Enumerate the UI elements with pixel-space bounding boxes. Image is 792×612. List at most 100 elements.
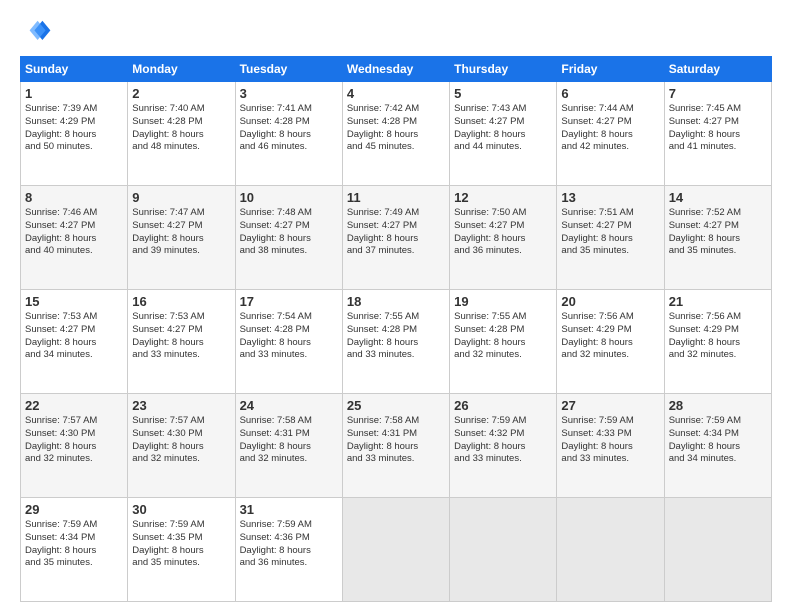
day-info: Sunrise: 7:54 AM [240, 311, 338, 324]
day-info: Sunset: 4:27 PM [454, 116, 552, 129]
calendar-cell [342, 498, 449, 602]
day-number: 10 [240, 190, 338, 205]
day-info: Daylight: 8 hours [561, 441, 659, 454]
calendar-cell [557, 498, 664, 602]
day-info: and 35 minutes. [561, 245, 659, 258]
day-info: and 39 minutes. [132, 245, 230, 258]
day-info: and 40 minutes. [25, 245, 123, 258]
week-row-2: 8Sunrise: 7:46 AMSunset: 4:27 PMDaylight… [21, 186, 772, 290]
day-info: and 41 minutes. [669, 141, 767, 154]
day-info: and 33 minutes. [132, 349, 230, 362]
page: SundayMondayTuesdayWednesdayThursdayFrid… [0, 0, 792, 612]
day-number: 22 [25, 398, 123, 413]
day-info: and 35 minutes. [669, 245, 767, 258]
day-info: and 33 minutes. [240, 349, 338, 362]
calendar-cell: 22Sunrise: 7:57 AMSunset: 4:30 PMDayligh… [21, 394, 128, 498]
day-number: 7 [669, 86, 767, 101]
day-info: Sunset: 4:30 PM [132, 428, 230, 441]
calendar-cell: 21Sunrise: 7:56 AMSunset: 4:29 PMDayligh… [664, 290, 771, 394]
day-info: and 33 minutes. [347, 349, 445, 362]
day-info: and 38 minutes. [240, 245, 338, 258]
calendar-cell: 20Sunrise: 7:56 AMSunset: 4:29 PMDayligh… [557, 290, 664, 394]
day-number: 12 [454, 190, 552, 205]
day-info: Sunset: 4:33 PM [561, 428, 659, 441]
day-info: Sunrise: 7:52 AM [669, 207, 767, 220]
calendar-cell: 11Sunrise: 7:49 AMSunset: 4:27 PMDayligh… [342, 186, 449, 290]
calendar-cell: 23Sunrise: 7:57 AMSunset: 4:30 PMDayligh… [128, 394, 235, 498]
calendar-cell: 7Sunrise: 7:45 AMSunset: 4:27 PMDaylight… [664, 82, 771, 186]
week-row-5: 29Sunrise: 7:59 AMSunset: 4:34 PMDayligh… [21, 498, 772, 602]
day-info: Sunrise: 7:56 AM [561, 311, 659, 324]
calendar-cell: 28Sunrise: 7:59 AMSunset: 4:34 PMDayligh… [664, 394, 771, 498]
day-info: Daylight: 8 hours [25, 545, 123, 558]
day-info: and 32 minutes. [669, 349, 767, 362]
day-info: Daylight: 8 hours [561, 337, 659, 350]
day-info: Daylight: 8 hours [240, 441, 338, 454]
day-info: Sunset: 4:28 PM [347, 324, 445, 337]
week-row-3: 15Sunrise: 7:53 AMSunset: 4:27 PMDayligh… [21, 290, 772, 394]
day-info: and 44 minutes. [454, 141, 552, 154]
day-info: Daylight: 8 hours [132, 129, 230, 142]
header [20, 16, 772, 48]
day-info: Sunrise: 7:44 AM [561, 103, 659, 116]
calendar-cell: 14Sunrise: 7:52 AMSunset: 4:27 PMDayligh… [664, 186, 771, 290]
calendar-cell: 9Sunrise: 7:47 AMSunset: 4:27 PMDaylight… [128, 186, 235, 290]
day-info: Sunset: 4:27 PM [132, 220, 230, 233]
day-info: and 33 minutes. [347, 453, 445, 466]
day-info: Sunset: 4:27 PM [561, 116, 659, 129]
day-number: 25 [347, 398, 445, 413]
day-info: Sunrise: 7:58 AM [240, 415, 338, 428]
day-info: Sunrise: 7:53 AM [25, 311, 123, 324]
header-day-friday: Friday [557, 57, 664, 82]
calendar-cell: 6Sunrise: 7:44 AMSunset: 4:27 PMDaylight… [557, 82, 664, 186]
day-info: Sunset: 4:28 PM [347, 116, 445, 129]
day-info: Sunrise: 7:49 AM [347, 207, 445, 220]
calendar-cell: 16Sunrise: 7:53 AMSunset: 4:27 PMDayligh… [128, 290, 235, 394]
header-row: SundayMondayTuesdayWednesdayThursdayFrid… [21, 57, 772, 82]
day-info: and 42 minutes. [561, 141, 659, 154]
day-info: Sunrise: 7:48 AM [240, 207, 338, 220]
day-info: Sunrise: 7:50 AM [454, 207, 552, 220]
day-info: Sunset: 4:34 PM [669, 428, 767, 441]
day-number: 9 [132, 190, 230, 205]
header-day-thursday: Thursday [450, 57, 557, 82]
day-info: Sunrise: 7:42 AM [347, 103, 445, 116]
header-day-wednesday: Wednesday [342, 57, 449, 82]
day-number: 6 [561, 86, 659, 101]
day-info: and 36 minutes. [240, 557, 338, 570]
day-info: Daylight: 8 hours [240, 233, 338, 246]
calendar-cell: 15Sunrise: 7:53 AMSunset: 4:27 PMDayligh… [21, 290, 128, 394]
day-info: Daylight: 8 hours [454, 441, 552, 454]
day-info: Sunset: 4:28 PM [132, 116, 230, 129]
day-info: Sunset: 4:35 PM [132, 532, 230, 545]
day-info: Sunset: 4:28 PM [454, 324, 552, 337]
calendar-cell: 10Sunrise: 7:48 AMSunset: 4:27 PMDayligh… [235, 186, 342, 290]
day-number: 19 [454, 294, 552, 309]
day-info: Daylight: 8 hours [347, 233, 445, 246]
calendar-cell: 13Sunrise: 7:51 AMSunset: 4:27 PMDayligh… [557, 186, 664, 290]
day-info: Sunrise: 7:59 AM [454, 415, 552, 428]
week-row-1: 1Sunrise: 7:39 AMSunset: 4:29 PMDaylight… [21, 82, 772, 186]
day-info: Sunset: 4:29 PM [25, 116, 123, 129]
day-info: Sunset: 4:30 PM [25, 428, 123, 441]
day-info: and 35 minutes. [132, 557, 230, 570]
day-number: 5 [454, 86, 552, 101]
day-info: Daylight: 8 hours [132, 233, 230, 246]
calendar-cell: 2Sunrise: 7:40 AMSunset: 4:28 PMDaylight… [128, 82, 235, 186]
day-number: 11 [347, 190, 445, 205]
calendar-cell [450, 498, 557, 602]
day-info: and 33 minutes. [561, 453, 659, 466]
day-info: Sunset: 4:28 PM [240, 324, 338, 337]
day-info: and 32 minutes. [561, 349, 659, 362]
day-info: and 32 minutes. [454, 349, 552, 362]
day-number: 4 [347, 86, 445, 101]
day-info: Sunrise: 7:53 AM [132, 311, 230, 324]
day-number: 16 [132, 294, 230, 309]
week-row-4: 22Sunrise: 7:57 AMSunset: 4:30 PMDayligh… [21, 394, 772, 498]
day-number: 17 [240, 294, 338, 309]
day-info: Sunrise: 7:56 AM [669, 311, 767, 324]
day-info: and 35 minutes. [25, 557, 123, 570]
day-info: Daylight: 8 hours [669, 441, 767, 454]
header-day-tuesday: Tuesday [235, 57, 342, 82]
day-info: Sunset: 4:31 PM [240, 428, 338, 441]
